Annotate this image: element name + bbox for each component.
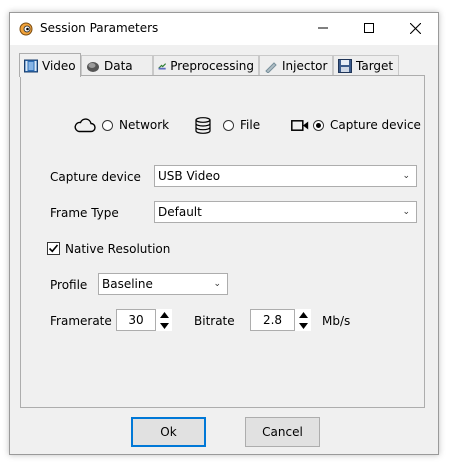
framerate-down-button[interactable] bbox=[156, 320, 172, 331]
disk-icon bbox=[87, 61, 99, 72]
video-tab-panel: Network File Capture device Capture devi… bbox=[20, 75, 425, 408]
tab-label: Video bbox=[42, 58, 76, 73]
profile-label: Profile bbox=[50, 278, 88, 292]
bitrate-label: Bitrate bbox=[194, 314, 235, 328]
profile-value: Baseline bbox=[102, 277, 153, 291]
bitrate-value: 2.8 bbox=[262, 313, 283, 327]
capture-device-label: Capture device bbox=[50, 170, 141, 184]
cancel-button[interactable]: Cancel bbox=[245, 417, 320, 447]
framerate-up-button[interactable] bbox=[156, 309, 172, 320]
cloud-icon bbox=[74, 118, 96, 133]
arrow-down-icon bbox=[298, 322, 308, 329]
bitrate-unit: Mb/s bbox=[322, 314, 351, 328]
floppy-icon bbox=[338, 58, 352, 73]
arrow-up-icon bbox=[159, 311, 169, 318]
network-label[interactable]: Network bbox=[119, 118, 169, 132]
file-radio[interactable] bbox=[223, 120, 234, 131]
film-icon bbox=[24, 59, 38, 72]
preprocess-icon bbox=[158, 62, 167, 70]
close-icon bbox=[409, 22, 421, 34]
framerate-label: Framerate bbox=[50, 314, 112, 328]
framerate-value: 30 bbox=[128, 313, 144, 327]
frame-type-select[interactable]: Default ⌄ bbox=[154, 201, 417, 223]
native-resolution-checkbox[interactable] bbox=[47, 242, 60, 255]
frame-type-label: Frame Type bbox=[50, 206, 119, 220]
capture-device-value: USB Video bbox=[158, 169, 221, 183]
checkmark-icon bbox=[48, 244, 59, 253]
bitrate-spinner bbox=[295, 309, 311, 331]
video-camera-icon bbox=[291, 120, 309, 131]
database-icon bbox=[195, 117, 211, 134]
window-title: Session Parameters bbox=[40, 21, 159, 35]
session-parameters-dialog: Session Parameters Video Data Preprocess… bbox=[9, 12, 439, 455]
tab-injector[interactable]: Injector bbox=[259, 55, 333, 75]
ok-button[interactable]: Ok bbox=[131, 417, 206, 447]
chevron-down-icon: ⌄ bbox=[213, 279, 221, 289]
app-icon bbox=[19, 22, 33, 36]
bitrate-up-button[interactable] bbox=[295, 309, 311, 320]
tab-label: Preprocessing bbox=[170, 58, 254, 73]
arrow-down-icon bbox=[159, 322, 169, 329]
pen-icon bbox=[265, 61, 277, 73]
profile-select[interactable]: Baseline ⌄ bbox=[98, 273, 228, 295]
frame-type-value: Default bbox=[158, 205, 202, 219]
close-button[interactable] bbox=[392, 13, 438, 43]
bitrate-input[interactable]: 2.8 bbox=[250, 309, 295, 331]
capture-device-radio[interactable] bbox=[313, 120, 324, 131]
minimize-button[interactable] bbox=[300, 13, 346, 43]
tab-label: Data bbox=[104, 58, 133, 73]
tab-label: Target bbox=[356, 58, 394, 73]
tab-preprocessing[interactable]: Preprocessing bbox=[153, 55, 259, 75]
tab-video[interactable]: Video bbox=[19, 53, 81, 77]
title-bar[interactable]: Session Parameters bbox=[10, 13, 438, 45]
capture-device-select[interactable]: USB Video ⌄ bbox=[154, 165, 417, 187]
maximize-icon bbox=[364, 23, 374, 33]
bitrate-down-button[interactable] bbox=[295, 320, 311, 331]
tab-label: Injector bbox=[282, 58, 328, 73]
chevron-down-icon: ⌄ bbox=[402, 207, 410, 217]
arrow-up-icon bbox=[298, 311, 308, 318]
native-resolution-label[interactable]: Native Resolution bbox=[65, 242, 170, 256]
minimize-icon bbox=[318, 27, 328, 29]
framerate-spinner bbox=[156, 309, 172, 331]
network-radio[interactable] bbox=[102, 120, 113, 131]
capture-device-source-label[interactable]: Capture device bbox=[330, 118, 421, 132]
framerate-input[interactable]: 30 bbox=[116, 309, 156, 331]
tab-target[interactable]: Target bbox=[333, 55, 399, 75]
tab-data[interactable]: Data bbox=[81, 55, 153, 75]
chevron-down-icon: ⌄ bbox=[402, 171, 410, 181]
maximize-button[interactable] bbox=[346, 13, 392, 43]
file-label[interactable]: File bbox=[240, 118, 260, 132]
